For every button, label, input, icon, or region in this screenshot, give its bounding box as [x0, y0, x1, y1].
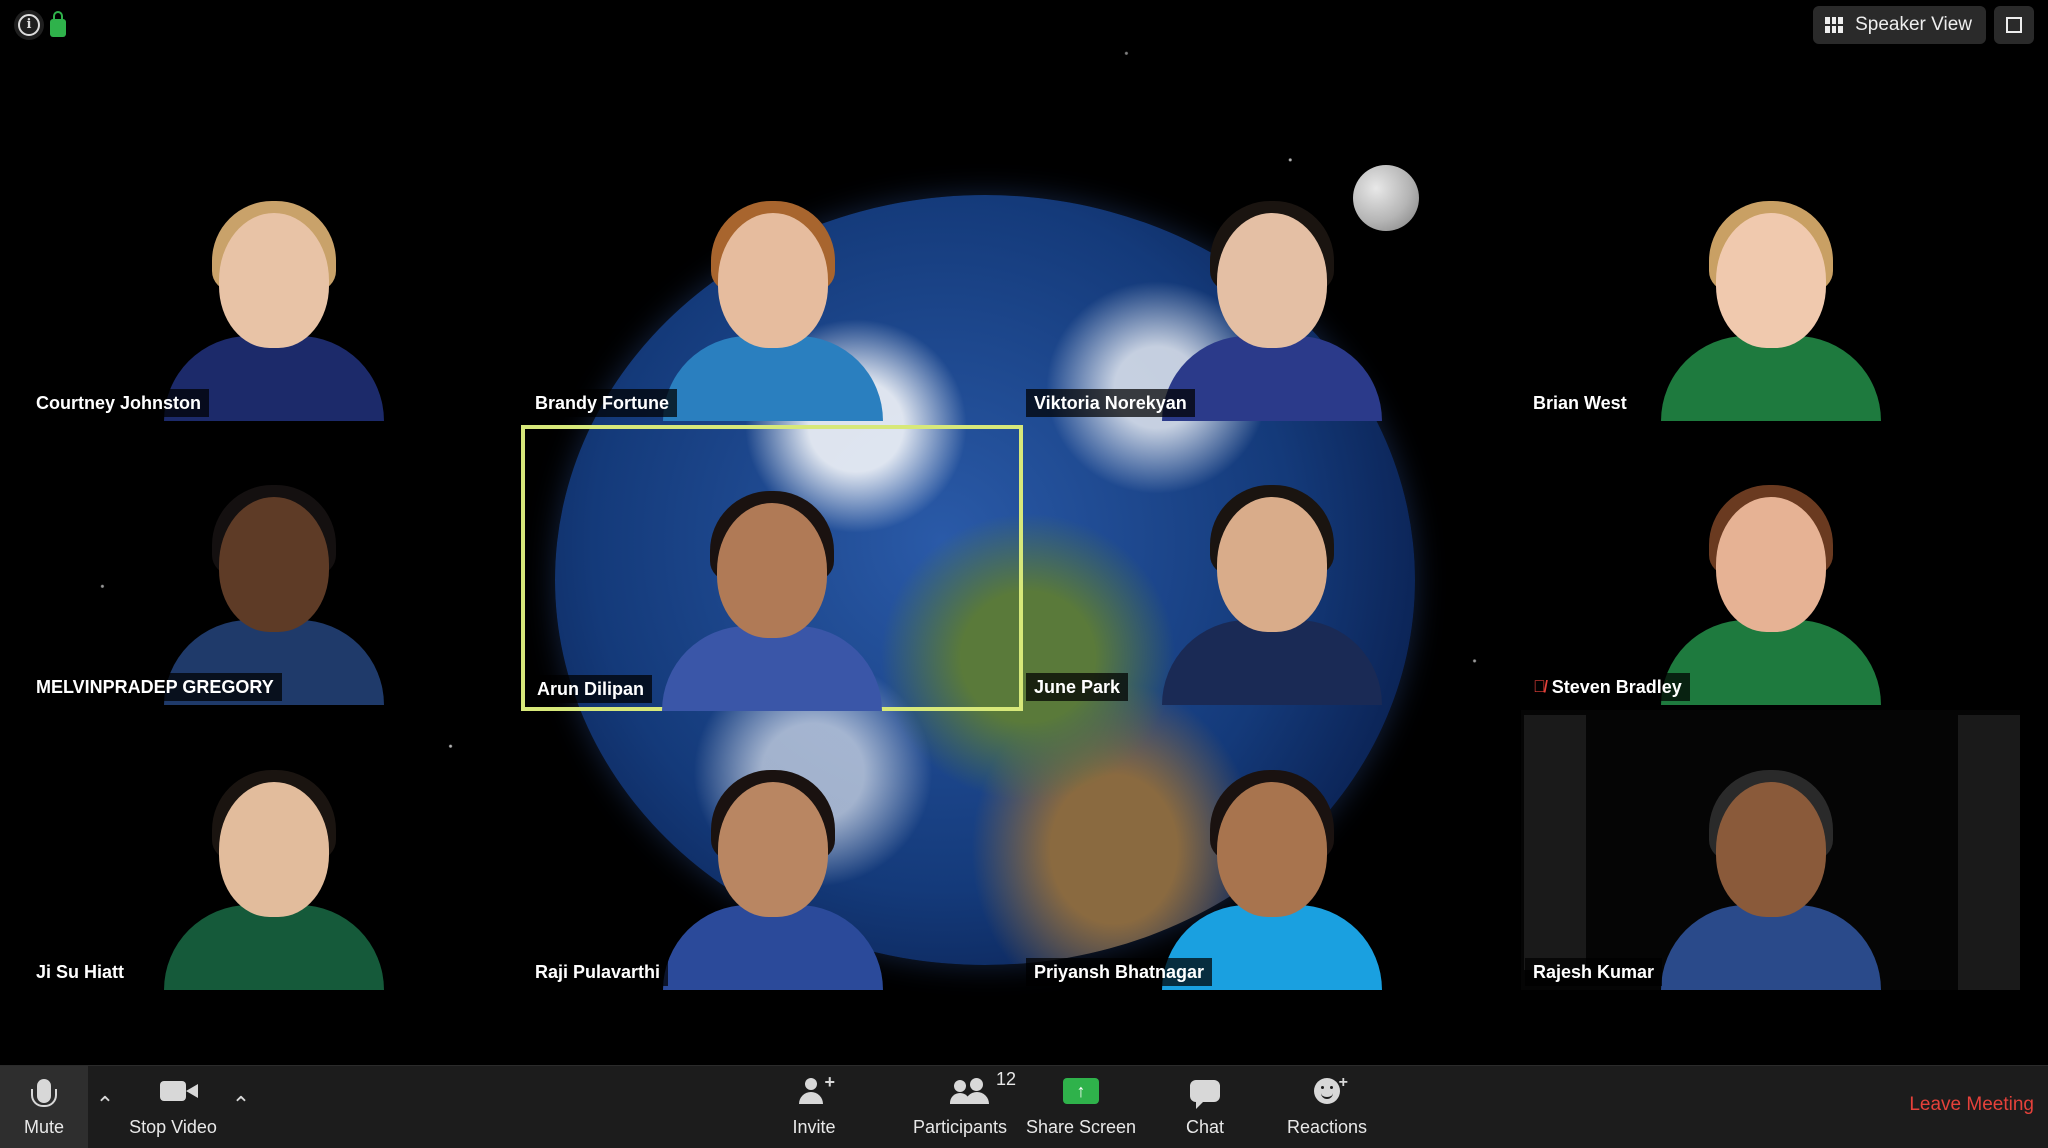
video-tile[interactable]: Rajesh Kumar — [1521, 710, 2020, 990]
participant-name: Courtney Johnston — [28, 389, 209, 417]
grid-icon — [1825, 17, 1844, 33]
participant-video — [1660, 475, 1881, 705]
video-tile[interactable]: Courtney Johnston — [24, 141, 523, 421]
participant-name: Arun Dilipan — [529, 675, 652, 703]
participant-name: Viktoria Norekyan — [1026, 389, 1195, 417]
participant-video — [662, 760, 883, 990]
participant-video — [1161, 475, 1382, 705]
participant-video — [163, 760, 384, 990]
video-tile[interactable]: Priyansh Bhatnagar — [1022, 710, 1521, 990]
add-person-icon: + — [799, 1072, 835, 1104]
share-screen-icon: ↑ — [1063, 1078, 1099, 1104]
participants-label: Participants — [912, 1117, 1008, 1137]
video-tile[interactable]: Brian West — [1521, 141, 2020, 421]
participant-name: Ji Su Hiatt — [28, 958, 133, 986]
letterbox-bar — [1524, 715, 1586, 970]
participant-name: MELVINPRADEP GREGORY — [28, 673, 282, 701]
fullscreen-button[interactable] — [1994, 6, 2034, 44]
mute-button[interactable]: Mute — [0, 1066, 88, 1148]
letterbox-bar — [1958, 715, 2020, 990]
chat-bubble-icon — [1190, 1080, 1220, 1109]
mute-label: Mute — [23, 1117, 65, 1137]
share-screen-button[interactable]: ↑ Share Screen — [1024, 1066, 1138, 1148]
share-screen-label: Share Screen — [1025, 1117, 1137, 1137]
mic-muted-icon: 🎙̸ — [1533, 677, 1546, 696]
video-options-caret-icon[interactable]: ⌃ — [226, 1092, 256, 1118]
leave-meeting-button[interactable]: Leave Meeting — [1909, 1094, 2034, 1116]
encryption-lock-icon[interactable] — [50, 11, 66, 37]
stop-video-button[interactable]: Stop Video — [122, 1066, 224, 1148]
video-tile[interactable]: 🎙̸ Steven Bradley — [1521, 425, 2020, 705]
video-tile[interactable]: Viktoria Norekyan — [1022, 141, 1521, 421]
video-tile[interactable]: Ji Su Hiatt — [24, 710, 523, 990]
meeting-toolbar: Mute ⌃ Stop Video ⌃ + Invite 12 Particip… — [0, 1065, 2048, 1148]
stop-video-label: Stop Video — [129, 1117, 217, 1137]
video-tile[interactable]: Raji Pulavarthi — [523, 710, 1022, 990]
participants-button[interactable]: 12 Participants — [892, 1066, 1028, 1148]
participant-video — [662, 481, 882, 711]
participant-video — [1161, 191, 1382, 421]
invite-button[interactable]: + Invite — [776, 1066, 852, 1148]
participant-name: Priyansh Bhatnagar — [1026, 958, 1213, 986]
participant-video — [163, 191, 384, 421]
participants-count: 12 — [996, 1069, 1017, 1089]
info-icon: i — [18, 14, 40, 36]
video-tile[interactable]: June Park — [1022, 425, 1521, 705]
audio-options-caret-icon[interactable]: ⌃ — [90, 1092, 120, 1118]
chat-button[interactable]: Chat — [1180, 1066, 1230, 1148]
meeting-info-button[interactable]: i — [14, 10, 44, 40]
speaker-view-button[interactable]: Speaker View — [1813, 6, 1986, 44]
participant-video — [1161, 760, 1382, 990]
microphone-icon — [31, 1079, 57, 1107]
reactions-button[interactable]: + Reactions — [1280, 1066, 1374, 1148]
participant-video — [1660, 191, 1881, 421]
meeting-info-area: i — [14, 10, 66, 40]
reactions-label: Reactions — [1286, 1117, 1368, 1137]
participant-name: June Park — [1026, 673, 1129, 701]
invite-label: Invite — [792, 1117, 836, 1137]
chat-label: Chat — [1185, 1117, 1225, 1137]
participant-video — [662, 191, 883, 421]
video-tile-active-speaker[interactable]: Arun Dilipan — [521, 425, 1023, 711]
video-tile[interactable]: MELVINPRADEP GREGORY — [24, 425, 523, 705]
reactions-smiley-icon: + — [1314, 1074, 1348, 1104]
fullscreen-icon — [2006, 17, 2022, 33]
participant-name: Raji Pulavarthi — [527, 958, 669, 986]
participant-name: 🎙̸ Steven Bradley — [1525, 673, 1690, 701]
video-gallery: Courtney Johnston Brandy Fortune Viktori… — [0, 0, 2048, 1066]
speaker-view-label: Speaker View — [1855, 14, 1972, 35]
participants-icon — [950, 1078, 990, 1104]
participant-name: Brian West — [1525, 389, 1635, 417]
video-camera-icon — [160, 1081, 198, 1101]
participant-name: Brandy Fortune — [527, 389, 678, 417]
participant-video — [1660, 760, 1881, 990]
participant-video — [163, 475, 384, 705]
participant-name: Rajesh Kumar — [1525, 958, 1663, 986]
video-tile[interactable]: Brandy Fortune — [523, 141, 1022, 421]
